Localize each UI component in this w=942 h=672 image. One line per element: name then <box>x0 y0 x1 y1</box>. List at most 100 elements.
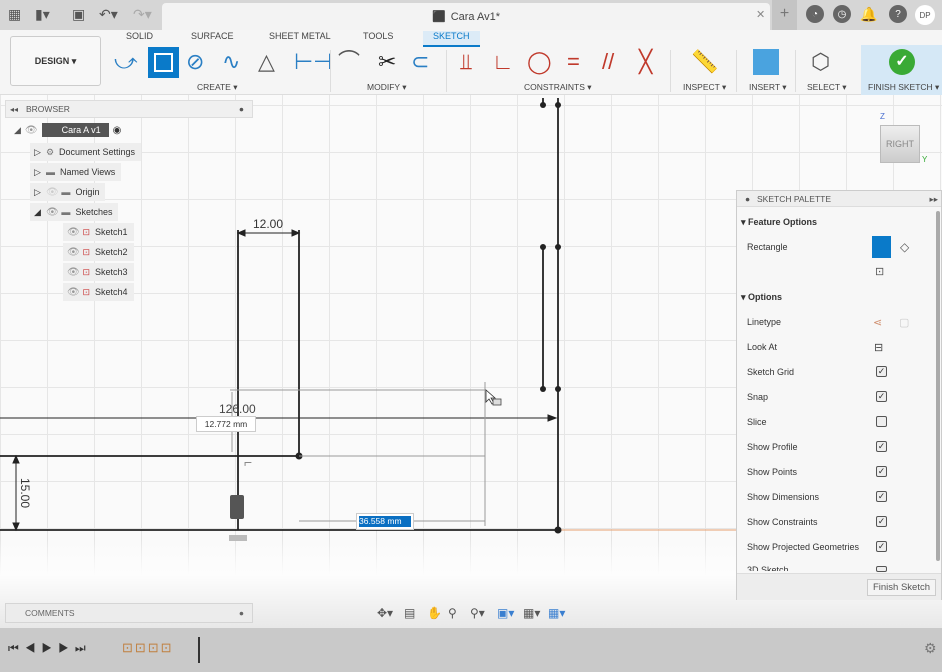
two-point-rectangle-option[interactable] <box>872 236 891 258</box>
expand-icon[interactable]: ▷ <box>34 147 46 158</box>
item-label: Named Views <box>59 167 116 177</box>
pan-icon[interactable]: ✋ <box>427 606 442 620</box>
expand-icon[interactable]: ▷ <box>34 167 46 178</box>
finish-sketch-palette-button[interactable]: Finish Sketch <box>867 579 936 596</box>
minimize-icon[interactable]: ● <box>239 104 244 114</box>
browser-header[interactable]: ◂◂ BROWSER ● <box>5 100 253 118</box>
add-comment-icon[interactable]: ● <box>239 608 244 618</box>
browser-item-sketch2[interactable]: 👁 ⊡ Sketch2 <box>63 243 134 261</box>
eye-icon[interactable]: 👁 <box>67 227 82 238</box>
comments-panel[interactable]: COMMENTS ● <box>5 603 253 623</box>
palette-option-label: Snap <box>747 392 769 402</box>
timeline-controls[interactable]: ⏮◀▶▶⏭ <box>8 641 92 656</box>
browser-item-sketch1[interactable]: 👁 ⊡ Sketch1 <box>63 223 134 241</box>
sketch-icon: ⊡ <box>82 286 96 297</box>
eye-icon[interactable]: 👁 <box>25 125 38 136</box>
collapse-icon[interactable]: ◢ <box>34 207 46 218</box>
root-component[interactable]: Cara A v1 <box>41 123 109 137</box>
perpendicular-constraint-icon: ⌐ <box>244 454 252 470</box>
browser-item-document-settings[interactable]: ▷ ⚙ Document Settings <box>30 143 142 161</box>
vertical-dimension-input[interactable]: 12.772 mm <box>196 416 256 432</box>
horizontal-dimension-input[interactable]: 36.558 mm <box>356 513 414 530</box>
palette-scrollbar[interactable] <box>936 211 940 561</box>
item-label: Sketch4 <box>95 287 128 297</box>
minimize-icon[interactable]: ● <box>745 191 750 207</box>
palette-checkbox[interactable]: ✓ <box>876 491 887 502</box>
horizontal-constraint-icon <box>229 535 247 541</box>
palette-checkbox[interactable]: ✓ <box>876 541 887 552</box>
folder-icon: ▬ <box>61 187 76 197</box>
palette-option-label: Linetype <box>747 317 782 327</box>
options-header[interactable]: ▾ Options <box>741 292 782 303</box>
active-radio-icon[interactable]: ◉ <box>113 125 122 136</box>
palette-header[interactable]: ● SKETCH PALETTE ▸▸ <box>737 191 941 207</box>
palette-option-label: Show Projected Geometries <box>747 542 860 552</box>
expand-icon[interactable]: ▷ <box>34 187 46 198</box>
browser-item-named-views[interactable]: ▷ ▬ Named Views <box>30 163 122 181</box>
display-settings-icon[interactable]: ▣▾ <box>497 606 514 620</box>
palette-checkbox[interactable]: ✓ <box>876 391 887 402</box>
palette-checkbox[interactable] <box>876 566 887 572</box>
folder-icon: ▬ <box>45 167 60 177</box>
rectangle-preview <box>230 382 486 526</box>
item-label: Sketch1 <box>95 227 128 237</box>
palette-option-label: 3D Sketch <box>747 565 789 571</box>
palette-checkbox[interactable]: ✓ <box>876 441 887 452</box>
palette-checkbox[interactable]: ✓ <box>876 366 887 377</box>
eye-icon[interactable]: 👁 <box>46 187 61 198</box>
dimension-label-long[interactable]: 126.00 <box>219 402 256 416</box>
timeline-marker[interactable] <box>198 637 200 663</box>
browser-item-origin[interactable]: ▷ 👁 ▬ Origin <box>30 183 106 201</box>
centerline-linetype-icon[interactable]: ▢ <box>899 316 909 329</box>
construction-linetype-icon[interactable]: ⋖ <box>873 316 882 329</box>
dimension-input-value: 36.558 mm <box>359 516 411 527</box>
orbit-icon[interactable]: ✥▾ <box>377 606 393 620</box>
fit-icon[interactable]: ⚲▾ <box>470 606 485 620</box>
dimension-label-width[interactable]: 12.00 <box>253 217 283 231</box>
viewports-icon[interactable]: ▦▾ <box>548 606 565 620</box>
timeline-settings-gear-icon[interactable]: ⚙ <box>924 640 937 657</box>
eye-icon[interactable]: 👁 <box>67 247 82 258</box>
section-label: Options <box>748 292 783 302</box>
rectangle-label: Rectangle <box>747 242 788 252</box>
three-point-rectangle-option[interactable]: ◇ <box>900 240 909 254</box>
expand-icon[interactable]: ◢ <box>14 125 21 136</box>
look-at-icon[interactable]: ▤ <box>404 606 415 620</box>
palette-option-label: Show Dimensions <box>747 492 820 502</box>
gear-icon: ⚙ <box>45 146 60 157</box>
item-label: Document Settings <box>59 147 136 157</box>
zoom-icon[interactable]: ⚲ <box>448 606 457 620</box>
timeline-sketch-features[interactable]: ⊡⊡⊡⊡ <box>122 640 174 656</box>
eye-icon[interactable]: 👁 <box>67 267 82 278</box>
feature-options-header[interactable]: ▾ Feature Options <box>741 217 817 228</box>
palette-option-label: Sketch Grid <box>747 367 795 377</box>
sketch-point <box>540 386 546 392</box>
collapse-icon[interactable]: ◂◂ <box>10 105 18 114</box>
browser-root[interactable]: ◢ 👁 Cara A v1 ◉ <box>14 123 121 137</box>
palette-checkbox[interactable] <box>876 416 887 427</box>
item-label: Sketch2 <box>95 247 128 257</box>
fix-constraint-icon <box>230 495 244 519</box>
grid-settings-icon[interactable]: ▦▾ <box>523 606 540 620</box>
palette-checkbox[interactable]: ✓ <box>876 466 887 477</box>
eye-icon[interactable]: 👁 <box>67 287 82 298</box>
palette-checkbox[interactable]: ✓ <box>876 516 887 527</box>
eye-icon[interactable]: 👁 <box>46 207 61 218</box>
dimension-126 <box>0 414 558 422</box>
look-at-icon[interactable]: ⊟ <box>874 341 883 354</box>
palette-option-label: Slice <box>747 417 767 427</box>
browser-item-sketch3[interactable]: 👁 ⊡ Sketch3 <box>63 263 134 281</box>
comments-title: COMMENTS <box>25 608 75 618</box>
viewcube[interactable]: RIGHT <box>880 125 920 163</box>
center-rectangle-option[interactable]: ⊡ <box>875 265 884 278</box>
sketch-point <box>554 526 562 534</box>
dimension-label-height[interactable]: 15.00 <box>18 478 32 508</box>
sketch-palette: ● SKETCH PALETTE ▸▸ ▾ Feature Options Rect… <box>736 190 942 600</box>
sketch-icon: ⊡ <box>82 266 96 277</box>
section-label: Feature Options <box>748 217 818 227</box>
palette-option-label: Show Profile <box>747 442 798 452</box>
palette-option-label: Show Constraints <box>747 517 818 527</box>
browser-item-sketches[interactable]: ◢ 👁 ▬ Sketches <box>30 203 119 221</box>
browser-item-sketch4[interactable]: 👁 ⊡ Sketch4 <box>63 283 134 301</box>
expand-icon[interactable]: ▸▸ <box>929 191 938 207</box>
